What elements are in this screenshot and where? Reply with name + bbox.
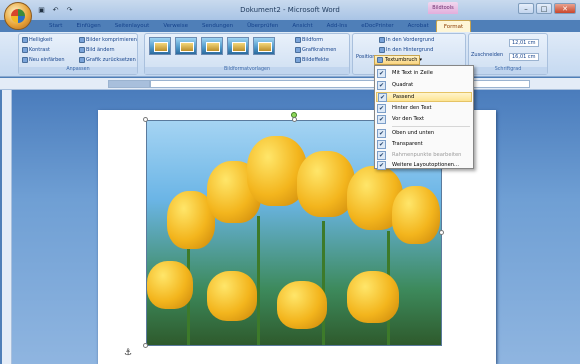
ruler-margin <box>108 80 150 88</box>
send-to-back-button[interactable]: In den Hintergrund <box>379 47 433 53</box>
text-wrap-button[interactable]: Textumbruch ▾ <box>374 55 422 65</box>
tab-addins[interactable]: Add-Ins <box>320 20 355 32</box>
square-wrap-icon: ✔ <box>377 80 386 90</box>
tab-acrobat[interactable]: Acrobat <box>401 20 436 32</box>
top-bottom-icon: ✔ <box>377 128 386 138</box>
tab-start[interactable]: Start <box>42 20 69 32</box>
ruler-bar <box>0 78 580 90</box>
reset-icon <box>79 57 85 63</box>
tab-mailings[interactable]: Sendungen <box>195 20 240 32</box>
crop-button[interactable]: Zuschneiden <box>471 52 503 58</box>
wrap-points-icon: ✔ <box>377 150 386 160</box>
behind-text-icon: ✔ <box>377 103 386 113</box>
style-thumbnail[interactable] <box>227 37 249 55</box>
size-group: Zuschneiden 12,01 cm 16,01 cm Schriftgra… <box>468 33 548 75</box>
resize-handle[interactable] <box>439 230 444 235</box>
picture-tools-context-label: Bildtools <box>428 2 458 14</box>
recolor-icon <box>22 57 28 63</box>
compress-pictures-button[interactable]: Bilder komprimieren <box>79 37 137 43</box>
tulip <box>392 186 440 244</box>
contrast-button[interactable]: Kontrast <box>22 47 50 53</box>
resize-handle[interactable] <box>143 117 148 122</box>
brightness-button[interactable]: Helligkeit <box>22 37 52 43</box>
resize-handle[interactable] <box>292 117 297 122</box>
menu-item-behind-text[interactable]: ✔ Hinter den Text <box>376 103 472 113</box>
minimize-button[interactable]: – <box>518 3 534 14</box>
picture-styles-label: Bildformatvorlagen <box>145 67 349 74</box>
contrast-icon <box>22 47 28 53</box>
tab-view[interactable]: Ansicht <box>285 20 319 32</box>
tight-wrap-icon: ✔ <box>378 92 387 102</box>
stem <box>322 221 325 345</box>
stem <box>257 216 260 345</box>
recolor-button[interactable]: Neu einfärben <box>22 57 65 63</box>
menu-item-tight[interactable]: ✔ Passend <box>376 92 472 102</box>
office-logo-icon <box>11 9 25 23</box>
bring-to-front-button[interactable]: In den Vordergrund <box>379 37 434 43</box>
bring-front-icon <box>379 37 385 43</box>
border-icon <box>295 47 301 53</box>
compress-icon <box>79 37 85 43</box>
dropdown-arrow-icon: ▾ <box>419 57 422 63</box>
sun-icon <box>22 37 28 43</box>
picture-shape-button[interactable]: Bildform <box>295 37 323 43</box>
ribbon-tabs: Start Einfügen Seitenlayout Verweise Sen… <box>42 20 472 32</box>
style-thumbnail[interactable] <box>149 37 171 55</box>
resize-handle[interactable] <box>143 343 148 348</box>
menu-item-through[interactable]: ✔ Transparent <box>376 139 472 149</box>
width-input[interactable]: 16,01 cm <box>509 53 539 61</box>
close-button[interactable]: ✕ <box>554 3 576 14</box>
send-back-icon <box>379 47 385 53</box>
change-picture-button[interactable]: Bild ändern <box>79 47 115 53</box>
menu-item-edit-wrap-points: ✔ Rahmenpunkte bearbeiten <box>377 150 462 160</box>
tulip <box>147 261 193 309</box>
window-controls: – □ ✕ <box>518 3 576 14</box>
adjust-group-label: Anpassen <box>19 67 137 74</box>
inline-icon: ✔ <box>377 68 386 78</box>
office-button[interactable] <box>4 2 32 30</box>
position-button[interactable]: Position <box>356 54 375 60</box>
layout-options-icon: ✔ <box>377 160 386 170</box>
menu-item-in-front-of-text[interactable]: ✔ Vor den Text <box>376 114 472 124</box>
tab-review[interactable]: Überprüfen <box>240 20 285 32</box>
tab-page-layout[interactable]: Seitenlayout <box>108 20 157 32</box>
text-wrap-icon <box>377 57 383 63</box>
title-bar: ▣ ↶ ↷ Dokument2 - Microsoft Word Bildtoo… <box>0 0 580 20</box>
menu-item-top-bottom[interactable]: ✔ Oben und unten <box>376 128 472 138</box>
tab-insert[interactable]: Einfügen <box>69 20 107 32</box>
in-front-icon: ✔ <box>377 114 386 124</box>
tulip <box>347 271 399 323</box>
through-icon: ✔ <box>377 139 386 149</box>
menu-item-square[interactable]: ✔ Quadrat <box>376 80 472 90</box>
ribbon: Helligkeit Kontrast Neu einfärben Bilder… <box>0 32 580 77</box>
picture-effects-button[interactable]: Bildeffekte <box>295 57 329 63</box>
text-wrap-menu: ✔ Mit Text in Zeile ✔ Quadrat ✔ Passend ✔ Hi… <box>374 65 474 170</box>
tulip <box>277 281 327 329</box>
maximize-button[interactable]: □ <box>536 3 552 14</box>
picture-styles-group: Bildform Grafikrahmen Bildeffekte Bildfo… <box>144 33 350 75</box>
vertical-ruler <box>2 90 12 364</box>
tab-references[interactable]: Verweise <box>156 20 195 32</box>
anchor-icon: ⚓ <box>124 348 133 358</box>
shape-icon <box>295 37 301 43</box>
style-thumbnail[interactable] <box>253 37 275 55</box>
tab-format[interactable]: Format <box>435 20 472 32</box>
picture-border-button[interactable]: Grafikrahmen <box>295 47 336 53</box>
size-group-label: Schriftgrad <box>469 67 547 74</box>
style-thumbnail[interactable] <box>201 37 223 55</box>
menu-separator <box>392 126 470 127</box>
picture-icon <box>79 47 85 53</box>
height-input[interactable]: 12,01 cm <box>509 39 539 47</box>
style-thumbnail[interactable] <box>175 37 197 55</box>
reset-picture-button[interactable]: Grafik zurücksetzen <box>79 57 136 63</box>
tulip <box>207 271 257 321</box>
effects-icon <box>295 57 301 63</box>
menu-item-more-layout-options[interactable]: ✔ Weitere Layoutoptionen... <box>376 160 472 170</box>
adjust-group: Helligkeit Kontrast Neu einfärben Bilder… <box>18 33 138 75</box>
window-title: Dokument2 - Microsoft Word <box>240 6 340 14</box>
menu-item-inline[interactable]: ✔ Mit Text in Zeile <box>376 68 472 78</box>
tab-edocprinter[interactable]: eDocPrinter <box>354 20 400 32</box>
